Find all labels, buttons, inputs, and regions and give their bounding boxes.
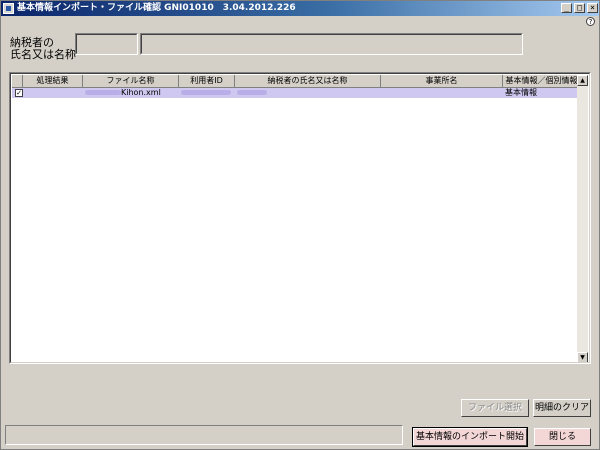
select-file-button[interactable]: ファイル選択	[461, 399, 529, 417]
redacted-mark	[181, 90, 231, 95]
row-taxpayer-name	[237, 88, 381, 98]
vertical-scrollbar[interactable]: ▲ ▼	[577, 75, 588, 362]
minimize-button[interactable]: _	[561, 3, 572, 13]
header-info-type[interactable]: 基本情報／個別情報	[503, 75, 580, 88]
header-file-name[interactable]: ファイル名称	[83, 75, 179, 88]
main-window: 基本情報インポート・ファイル確認 GNI01010 3.04.2012.226 …	[0, 0, 600, 450]
title-bar[interactable]: 基本情報インポート・ファイル確認 GNI01010 3.04.2012.226 …	[1, 1, 599, 16]
redacted-mark	[237, 90, 267, 95]
row-result	[25, 88, 83, 98]
scroll-down-icon[interactable]: ▼	[577, 352, 588, 362]
taxpayer-code-field	[75, 33, 138, 55]
help-icon[interactable]: ?	[586, 17, 595, 26]
header-user-id[interactable]: 利用者ID	[179, 75, 235, 88]
redacted-mark	[85, 90, 121, 95]
app-icon	[3, 3, 14, 14]
header-result[interactable]: 処理結果	[23, 75, 83, 88]
start-import-button[interactable]: 基本情報のインポート開始	[412, 427, 528, 447]
row-checkbox[interactable]: ✓	[15, 89, 23, 97]
header-office-name[interactable]: 事業所名	[381, 75, 503, 88]
grid-header: 処理結果 ファイル名称 利用者ID 納税者の氏名又は名称 事業所名 基本情報／個…	[12, 75, 580, 88]
taxpayer-label-line2: 氏名又は名称	[10, 48, 76, 61]
taxpayer-name-field	[140, 33, 523, 55]
header-checkbox-column	[12, 75, 23, 88]
status-bar	[5, 425, 403, 445]
header-taxpayer-name[interactable]: 納税者の氏名又は名称	[235, 75, 381, 88]
table-row[interactable]: ✓ Kihon.xml 基本情報	[12, 88, 580, 98]
close-button[interactable]: 閉じる	[534, 428, 591, 446]
clear-details-button[interactable]: 明細のクリア	[533, 399, 591, 417]
row-file-name: Kihon.xml	[85, 88, 179, 98]
row-office-name	[383, 88, 503, 98]
close-window-button[interactable]: ×	[587, 3, 598, 13]
file-list-grid[interactable]: 処理結果 ファイル名称 利用者ID 納税者の氏名又は名称 事業所名 基本情報／個…	[9, 72, 591, 364]
row-info-type: 基本情報	[505, 88, 537, 97]
row-user-id	[181, 88, 235, 98]
scroll-up-icon[interactable]: ▲	[577, 75, 588, 86]
maximize-button[interactable]: □	[574, 3, 585, 13]
window-title: 基本情報インポート・ファイル確認 GNI01010 3.04.2012.226	[17, 3, 296, 13]
